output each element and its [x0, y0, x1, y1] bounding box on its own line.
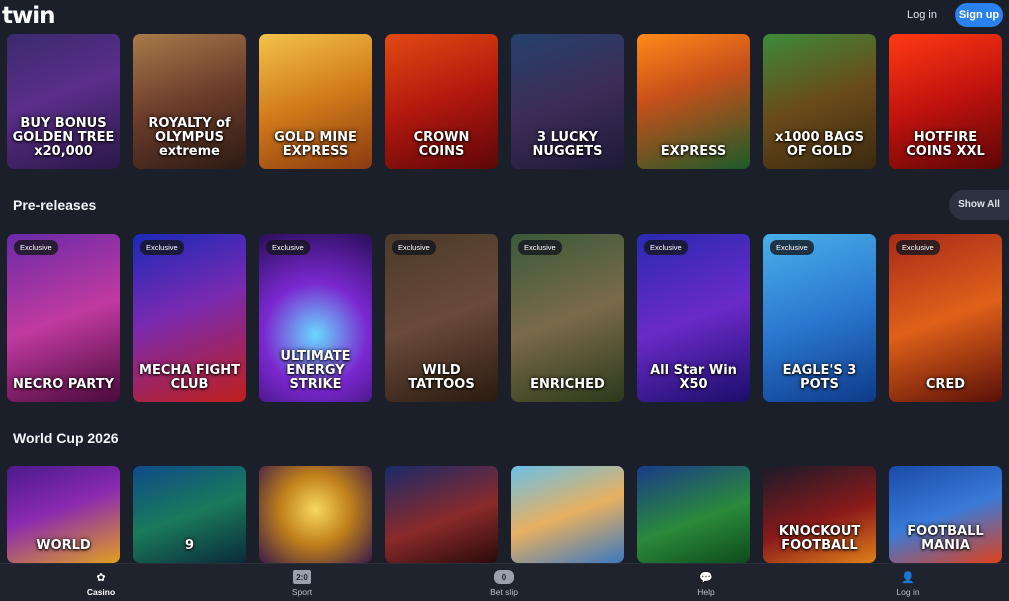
game-title: NECRO PARTY [13, 377, 114, 392]
game-tile[interactable]: Exclusive All Star Win X50 [637, 234, 750, 402]
game-tile[interactable]: 3 LUCKY NUGGETS [511, 34, 624, 169]
game-tile[interactable]: Exclusive EAGLE'S 3 POTS [763, 234, 876, 402]
game-tile[interactable] [259, 466, 372, 563]
exclusive-badge: Exclusive [392, 240, 436, 255]
nav-label: Casino [86, 587, 116, 597]
header-login-link[interactable]: Log in [907, 9, 937, 21]
exclusive-badge: Exclusive [770, 240, 814, 255]
game-tile[interactable]: Exclusive CRED [889, 234, 1002, 402]
prereleases-row: Exclusive NECRO PARTY Exclusive MECHA FIGHT… [0, 234, 1009, 402]
nav-label: Help [697, 587, 715, 597]
game-tile[interactable]: 9 [133, 466, 246, 563]
game-title: ENRICHED [530, 377, 605, 392]
user-icon: 👤 [901, 571, 915, 584]
game-title [564, 553, 572, 563]
exclusive-badge: Exclusive [644, 240, 688, 255]
game-title: 9 [184, 538, 195, 553]
section-title-worldcup: World Cup 2026 [13, 430, 119, 446]
game-tile[interactable]: CROWN COINS [385, 34, 498, 169]
game-tile[interactable]: ROYALTY of OLYMPUS extreme [133, 34, 246, 169]
game-tile[interactable]: Exclusive WILD TATTOOS [385, 234, 498, 402]
nav-label: Log in [896, 587, 920, 597]
exclusive-badge: Exclusive [518, 240, 562, 255]
game-tile[interactable]: Exclusive ENRICHED [511, 234, 624, 402]
top-games-row: BUY BONUS GOLDEN TREE x20,000 ROYALTY of … [0, 34, 1009, 169]
game-tile[interactable]: Exclusive ULTIMATE ENERGY STRIKE [259, 234, 372, 402]
game-title [690, 553, 698, 563]
help-icon: 💬 [699, 571, 713, 584]
nav-label: Bet slip [490, 587, 518, 597]
exclusive-badge: Exclusive [266, 240, 310, 255]
game-tile[interactable] [385, 466, 498, 563]
section-title-prereleases: Pre-releases [13, 197, 97, 213]
game-title: WILD TATTOOS [408, 363, 475, 392]
bottom-navigation: ✿ Casino 2:0 Sport 0 Bet slip 💬 Help 👤 Log in [0, 563, 1009, 601]
nav-bet-slip[interactable]: 0 Bet slip [464, 564, 544, 601]
nav-sport[interactable]: 2:0 Sport [262, 564, 342, 601]
casino-icon: ✿ [96, 571, 106, 584]
game-tile[interactable]: WORLD [7, 466, 120, 563]
game-tile[interactable] [511, 466, 624, 563]
game-title: ULTIMATE ENERGY STRIKE [280, 349, 351, 392]
exclusive-badge: Exclusive [14, 240, 58, 255]
game-tile[interactable]: EXPRESS [637, 34, 750, 169]
game-title: MECHA FIGHT CLUB [139, 363, 240, 392]
game-title: WORLD [36, 538, 91, 553]
game-title: EXPRESS [660, 144, 727, 159]
game-title: EAGLE'S 3 POTS [782, 363, 857, 392]
top-header: twin Log in Sign up [0, 0, 1009, 34]
nav-help[interactable]: 💬 Help [666, 564, 746, 601]
game-title: x1000 BAGS OF GOLD [774, 130, 865, 159]
game-tile[interactable]: HOTFIRE COINS XXL [889, 34, 1002, 169]
game-title: FOOTBALL MANIA [907, 524, 984, 553]
game-tile[interactable]: x1000 BAGS OF GOLD [763, 34, 876, 169]
game-title: KNOCKOUT FOOTBALL [778, 524, 861, 553]
game-tile[interactable] [637, 466, 750, 563]
game-title: CROWN COINS [413, 130, 470, 159]
game-title: BUY BONUS GOLDEN TREE x20,000 [12, 116, 115, 159]
game-tile[interactable]: Exclusive MECHA FIGHT CLUB [133, 234, 246, 402]
game-tile[interactable]: Exclusive NECRO PARTY [7, 234, 120, 402]
nav-label: Sport [291, 587, 313, 597]
game-title: ROYALTY of OLYMPUS extreme [148, 116, 231, 159]
nav-log-in[interactable]: 👤 Log in [868, 564, 948, 601]
signup-button[interactable]: Sign up [955, 3, 1003, 27]
game-title: 3 LUCKY NUGGETS [532, 130, 603, 159]
game-title: HOTFIRE COINS XXL [906, 130, 985, 159]
exclusive-badge: Exclusive [896, 240, 940, 255]
game-tile[interactable]: KNOCKOUT FOOTBALL [763, 466, 876, 563]
show-all-button[interactable]: Show All [949, 190, 1009, 220]
game-title: GOLD MINE EXPRESS [274, 130, 357, 159]
game-title [438, 553, 446, 563]
game-title: CRED [925, 377, 966, 392]
nav-casino[interactable]: ✿ Casino [61, 564, 141, 601]
game-tile[interactable]: FOOTBALL MANIA [889, 466, 1002, 563]
twin-logo[interactable]: twin [2, 3, 56, 29]
worldcup-row: WORLD 9 KNOCKOUT FOOTBALL FOOTBALL MANIA [0, 466, 1009, 563]
game-tile[interactable]: GOLD MINE EXPRESS [259, 34, 372, 169]
sport-icon: 2:0 [293, 570, 311, 584]
bet-slip-icon: 0 [494, 570, 514, 584]
game-title [312, 553, 320, 563]
exclusive-badge: Exclusive [140, 240, 184, 255]
game-tile[interactable]: BUY BONUS GOLDEN TREE x20,000 [7, 34, 120, 169]
game-title: All Star Win X50 [650, 363, 737, 392]
